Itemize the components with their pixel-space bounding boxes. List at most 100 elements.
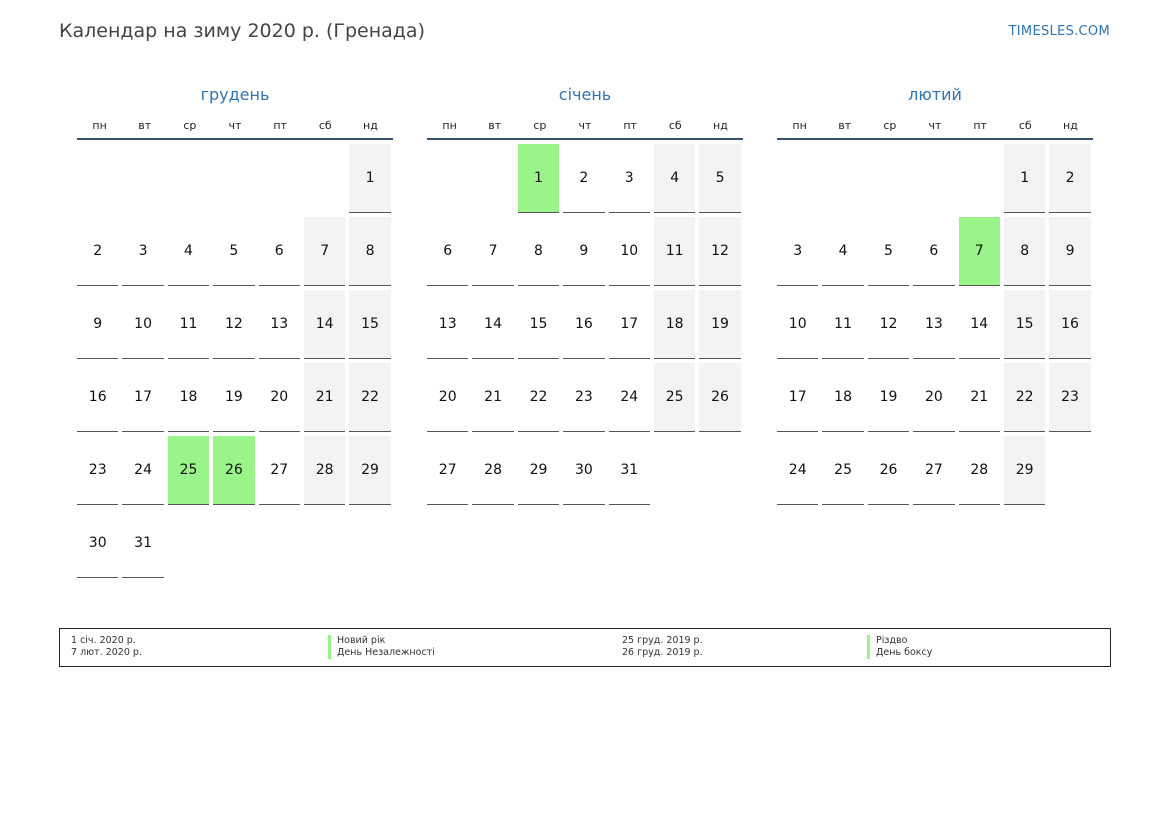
day-cell: 19 xyxy=(699,290,741,359)
weekday-label: пт xyxy=(973,119,987,132)
day-cell: 13 xyxy=(258,290,300,359)
empty-cell xyxy=(868,144,909,213)
legend-holiday-name: Різдво xyxy=(867,635,932,647)
day-cell: 28 xyxy=(958,436,1000,505)
empty-cell xyxy=(427,144,468,213)
day-cell: 14 xyxy=(958,290,1000,359)
day-cell: 1 xyxy=(1003,144,1046,213)
empty-cell xyxy=(822,144,863,213)
legend-date: 25 груд. 2019 р. xyxy=(622,635,703,646)
day-cell: 23 xyxy=(1049,363,1091,432)
empty-cell xyxy=(77,144,118,213)
month-december: грудень пн вт ср чт пт сб нд 1 2 3 4 5 6 7 8 9 10 11 12 13… xyxy=(77,84,393,578)
day-cell: 25 xyxy=(653,363,696,432)
weekday-label: пн xyxy=(442,119,457,132)
day-cell: 28 xyxy=(472,436,514,505)
weekday-label: чт xyxy=(578,119,592,132)
day-cell: 3 xyxy=(777,217,819,286)
day-cell: 10 xyxy=(608,217,650,286)
day-cell: 23 xyxy=(563,363,605,432)
day-cell: 20 xyxy=(258,363,300,432)
day-cell: 8 xyxy=(1003,217,1046,286)
day-cell: 21 xyxy=(958,363,1000,432)
weekday-label: пт xyxy=(623,119,637,132)
day-cell: 27 xyxy=(427,436,469,505)
legend-holiday-name: Новий рік xyxy=(328,635,435,647)
day-cell: 7 xyxy=(472,217,514,286)
day-cell: 2 xyxy=(563,144,605,213)
holiday-day-cell: 7 xyxy=(958,217,1000,286)
weekday-label: вт xyxy=(838,119,852,132)
day-cell: 6 xyxy=(913,217,955,286)
legend-dates-left: 1 січ. 2020 р. 7 лют. 2020 р. xyxy=(71,635,142,659)
day-cell: 23 xyxy=(77,436,119,505)
weekday-label: вт xyxy=(488,119,502,132)
day-cell: 30 xyxy=(563,436,605,505)
day-cell: 24 xyxy=(608,363,650,432)
weekday-label: сб xyxy=(1018,119,1032,132)
day-cell: 21 xyxy=(303,363,346,432)
day-cell: 10 xyxy=(122,290,164,359)
day-cell: 15 xyxy=(349,290,391,359)
legend-holiday-name: День Незалежності xyxy=(328,647,435,659)
weekday-label: сб xyxy=(318,119,332,132)
weekday-label: ср xyxy=(533,119,547,132)
day-cell: 8 xyxy=(517,217,560,286)
empty-cell xyxy=(777,144,818,213)
day-cell: 16 xyxy=(77,363,119,432)
site-link[interactable]: TIMESLES.COM xyxy=(1009,24,1110,39)
day-cell: 8 xyxy=(349,217,391,286)
legend-date: 1 січ. 2020 р. xyxy=(71,635,136,646)
day-cell: 19 xyxy=(867,363,910,432)
day-cell: 15 xyxy=(517,290,560,359)
day-cell: 26 xyxy=(699,363,741,432)
weekday-header: пн вт ср чт пт сб нд xyxy=(427,118,743,140)
day-cell: 29 xyxy=(1003,436,1046,505)
day-cell: 6 xyxy=(258,217,300,286)
day-grid: 1 2 3 4 5 6 7 8 9 10 11 12 13 14 15 16 17 18 19 20 21 22 23 24 2… xyxy=(427,144,743,505)
day-cell: 5 xyxy=(699,144,741,213)
legend-date: 7 лют. 2020 р. xyxy=(71,647,142,658)
month-february: лютий пн вт ср чт пт сб нд 1 2 3 4 5 6 7 8 9 10 11 12 13 14… xyxy=(777,84,1093,505)
day-cell: 19 xyxy=(213,363,255,432)
empty-cell xyxy=(913,144,954,213)
day-cell: 5 xyxy=(213,217,255,286)
legend-names-right: Різдво День боксу xyxy=(867,635,932,659)
empty-cell xyxy=(213,144,254,213)
day-cell: 29 xyxy=(517,436,560,505)
day-cell: 3 xyxy=(608,144,650,213)
day-cell: 21 xyxy=(472,363,514,432)
legend-date: 26 груд. 2019 р. xyxy=(622,647,703,658)
day-cell: 28 xyxy=(303,436,346,505)
day-cell: 14 xyxy=(472,290,514,359)
day-cell: 31 xyxy=(122,509,164,578)
weekday-label: чт xyxy=(228,119,242,132)
day-cell: 6 xyxy=(427,217,469,286)
day-cell: 25 xyxy=(822,436,864,505)
day-cell: 24 xyxy=(122,436,164,505)
day-grid: 1 2 3 4 5 6 7 8 9 10 11 12 13 14 15 16 17 18 19 20 21 22 23 24 2… xyxy=(777,144,1093,505)
day-cell: 4 xyxy=(822,217,864,286)
weekday-label: пт xyxy=(273,119,287,132)
day-cell: 16 xyxy=(1049,290,1091,359)
weekday-label: нд xyxy=(1063,119,1078,132)
empty-cell xyxy=(122,144,163,213)
day-cell: 4 xyxy=(167,217,210,286)
weekday-label: вт xyxy=(138,119,152,132)
day-cell: 27 xyxy=(913,436,955,505)
legend-holiday-name: День боксу xyxy=(867,647,932,659)
page-title: Календар на зиму 2020 р. (Гренада) xyxy=(59,20,425,42)
month-january: січень пн вт ср чт пт сб нд 1 2 3 4 5 6 7 8 9 10 11 12 13 1… xyxy=(427,84,743,505)
day-cell: 20 xyxy=(427,363,469,432)
day-cell: 9 xyxy=(1049,217,1091,286)
day-cell: 18 xyxy=(822,363,864,432)
weekday-label: чт xyxy=(928,119,942,132)
day-cell: 11 xyxy=(167,290,210,359)
empty-cell xyxy=(959,144,1000,213)
weekday-header: пн вт ср чт пт сб нд xyxy=(777,118,1093,140)
day-cell: 30 xyxy=(77,509,119,578)
day-cell: 22 xyxy=(517,363,560,432)
day-cell: 17 xyxy=(122,363,164,432)
day-cell: 13 xyxy=(427,290,469,359)
day-cell: 31 xyxy=(608,436,650,505)
